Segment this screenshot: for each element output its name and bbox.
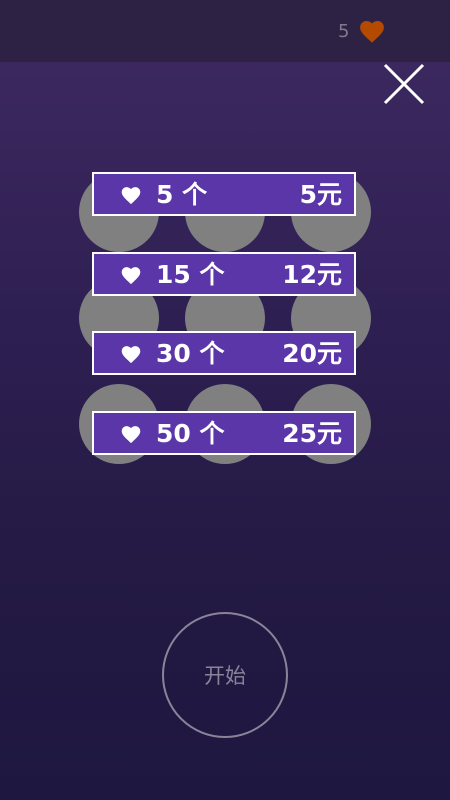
pack-quantity: 50 个: [156, 419, 225, 448]
start-button[interactable]: 开始: [162, 612, 288, 738]
pack-button-30[interactable]: 30 个 20元: [92, 331, 356, 375]
heart-icon: [121, 267, 141, 285]
pack-price: 12元: [282, 260, 342, 289]
pack-price: 5元: [299, 180, 342, 209]
close-icon[interactable]: [382, 62, 426, 106]
pack-price: 25元: [282, 419, 342, 448]
pack-price: 20元: [282, 339, 342, 368]
top-bar: 5: [0, 0, 450, 62]
heart-icon: [121, 426, 141, 444]
pack-quantity: 30 个: [156, 339, 225, 368]
pack-button-15[interactable]: 15 个 12元: [92, 252, 356, 296]
heart-icon: [121, 346, 141, 364]
lives-count: 5: [338, 21, 350, 42]
start-button-label: 开始: [204, 664, 246, 688]
pack-button-50[interactable]: 50 个 25元: [92, 411, 356, 455]
pack-quantity: 15 个: [156, 260, 225, 289]
heart-icon: [360, 20, 384, 43]
pack-button-5[interactable]: 5 个 5元: [92, 172, 356, 216]
pack-quantity: 5 个: [156, 180, 208, 209]
heart-icon: [121, 187, 141, 205]
